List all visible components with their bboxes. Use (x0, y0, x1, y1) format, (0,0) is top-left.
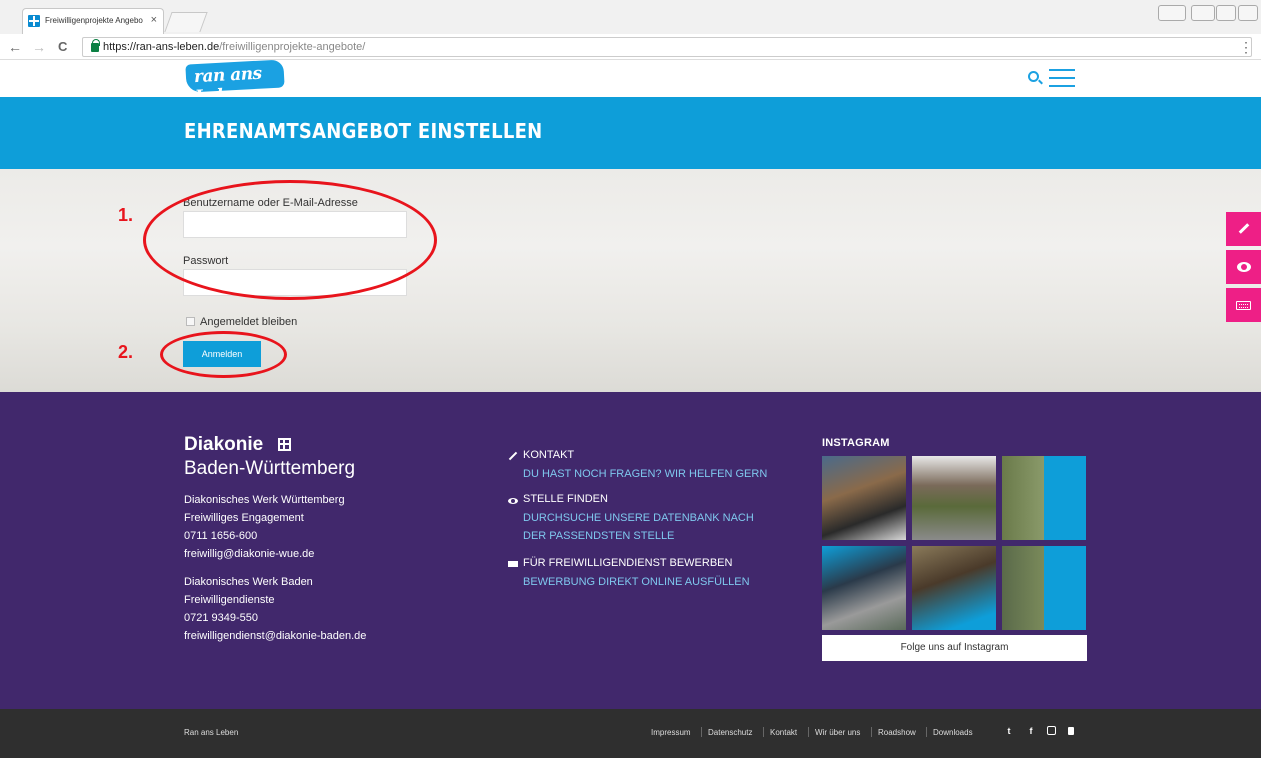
baden-dept: Freiwilligendienste (184, 594, 275, 606)
annotation-number-2: 2. (118, 342, 134, 362)
youtube-icon[interactable] (1068, 727, 1074, 735)
pencil-icon (508, 451, 518, 461)
remember-label: Angemeldet bleiben (200, 316, 298, 328)
address-bar: ← → C https://ran-ans-leben.de/freiwilli… (0, 34, 1261, 60)
maximize-button[interactable] (1216, 5, 1236, 21)
url-text: https://ran-ans-leben.de/freiwilligenpro… (103, 41, 366, 53)
side-eye-button[interactable] (1226, 250, 1261, 284)
wue-phone: 0711 1656-600 (184, 530, 258, 542)
login-form: Benutzername oder E-Mail-Adresse Passwor… (0, 169, 1261, 392)
instagram-photo[interactable] (912, 456, 996, 540)
forward-icon[interactable]: → (32, 39, 46, 55)
divider (701, 727, 702, 737)
bottom-bar: Ran ans Leben Impressum Datenschutz Kont… (0, 709, 1261, 758)
baden-phone: 0721 9349-550 (184, 612, 259, 624)
close-window-button[interactable] (1238, 5, 1258, 21)
bottom-site-name: Ran ans Leben (184, 728, 239, 737)
title-band: EHRENAMTSANGEBOT EINSTELLEN (0, 97, 1261, 169)
annotation-number-1: 1. (118, 205, 134, 225)
baden-email[interactable]: freiwilligendienst@diakonie-baden.de (184, 627, 366, 645)
new-tab-button[interactable] (164, 12, 208, 32)
divider (926, 727, 927, 737)
browser-menu-icon[interactable]: ⋮ (1239, 39, 1253, 56)
favicon-icon (28, 15, 40, 27)
annotation-oval-2 (160, 331, 287, 378)
footer-link-bewerben-sub[interactable]: BEWERBUNG DIREKT ONLINE AUSFÜLLEN (523, 573, 750, 591)
lock-icon (91, 39, 100, 52)
page-title: EHRENAMTSANGEBOT EINSTELLEN (184, 119, 543, 143)
browser-tab[interactable]: Freiwilligenprojekte Angebo × (22, 8, 164, 34)
address-wue: Diakonisches Werk Württemberg Freiwillig… (184, 491, 345, 563)
url-input[interactable]: https://ran-ans-leben.de/freiwilligenpro… (82, 37, 1252, 57)
footer-link-stelle-sub2[interactable]: DER PASSENDSTEN STELLE (523, 527, 674, 545)
back-icon[interactable]: ← (8, 39, 22, 55)
diakonie-brand: Diakonie (184, 434, 264, 455)
bottom-link-wir-ueber-uns[interactable]: Wir über uns (815, 728, 860, 737)
eye-icon (508, 496, 518, 506)
keyboard-icon (508, 559, 518, 569)
address-baden: Diakonisches Werk Baden Freiwilligendien… (184, 573, 366, 645)
facebook-icon[interactable]: f (1026, 726, 1036, 736)
instagram-photo[interactable] (822, 456, 906, 540)
minimize-button[interactable] (1191, 5, 1215, 21)
site-header: ran ans Leben (0, 59, 1261, 107)
footer-link-kontakt-sub[interactable]: DU HAST NOCH FRAGEN? WIR HELFEN GERN (523, 465, 767, 483)
hamburger-menu-icon[interactable] (1049, 68, 1075, 88)
instagram-follow-button[interactable]: Folge uns auf Instagram (822, 635, 1087, 661)
side-pencil-button[interactable] (1226, 212, 1261, 246)
site-logo[interactable]: ran ans Leben (185, 59, 285, 107)
bottom-link-downloads[interactable]: Downloads (933, 728, 973, 737)
instagram-heading: INSTAGRAM (822, 437, 890, 449)
wue-dept: Freiwilliges Engagement (184, 512, 304, 524)
baden-org: Diakonisches Werk Baden (184, 576, 313, 588)
diakonie-cross-icon (278, 438, 291, 451)
tab-close-icon[interactable]: × (151, 14, 157, 26)
browser-tabbar: Freiwilligenprojekte Angebo × (0, 0, 1261, 34)
site-footer: Diakonie Baden-Württemberg Diakonisches … (0, 392, 1261, 709)
tab-title: Freiwilligenprojekte Angebo (45, 16, 143, 25)
remember-checkbox[interactable] (186, 317, 195, 326)
reload-icon[interactable]: C (58, 39, 67, 54)
profile-button[interactable] (1158, 5, 1186, 21)
search-icon[interactable] (1028, 71, 1039, 82)
annotation-oval-1 (143, 180, 437, 300)
twitter-icon[interactable]: t (1004, 726, 1014, 736)
instagram-photo[interactable] (1002, 456, 1086, 540)
bottom-link-impressum[interactable]: Impressum (651, 728, 691, 737)
bottom-link-datenschutz[interactable]: Datenschutz (708, 728, 752, 737)
keyboard-icon (1236, 301, 1251, 310)
instagram-photo[interactable] (912, 546, 996, 630)
instagram-photo[interactable] (1002, 546, 1086, 630)
divider (871, 727, 872, 737)
diakonie-region: Baden-Württemberg (184, 458, 356, 479)
divider (808, 727, 809, 737)
footer-link-bewerben[interactable]: FÜR FREIWILLIGENDIENST BEWERBEN (523, 557, 732, 569)
footer-link-stelle-sub[interactable]: DURCHSUCHE UNSERE DATENBANK NACH (523, 509, 754, 527)
bottom-link-roadshow[interactable]: Roadshow (878, 728, 916, 737)
footer-link-stelle[interactable]: STELLE FINDEN (523, 493, 608, 505)
side-keyboard-button[interactable] (1226, 288, 1261, 322)
wue-org: Diakonisches Werk Württemberg (184, 494, 345, 506)
instagram-icon[interactable] (1047, 726, 1056, 735)
divider (763, 727, 764, 737)
footer-link-kontakt[interactable]: KONTAKT (523, 449, 574, 461)
pencil-icon (1238, 223, 1250, 234)
wue-email[interactable]: freiwillig@diakonie-wue.de (184, 545, 345, 563)
remember-me[interactable]: Angemeldet bleiben (186, 316, 297, 328)
bottom-link-kontakt[interactable]: Kontakt (770, 728, 797, 737)
instagram-photo[interactable] (822, 546, 906, 630)
eye-icon (1237, 262, 1251, 272)
